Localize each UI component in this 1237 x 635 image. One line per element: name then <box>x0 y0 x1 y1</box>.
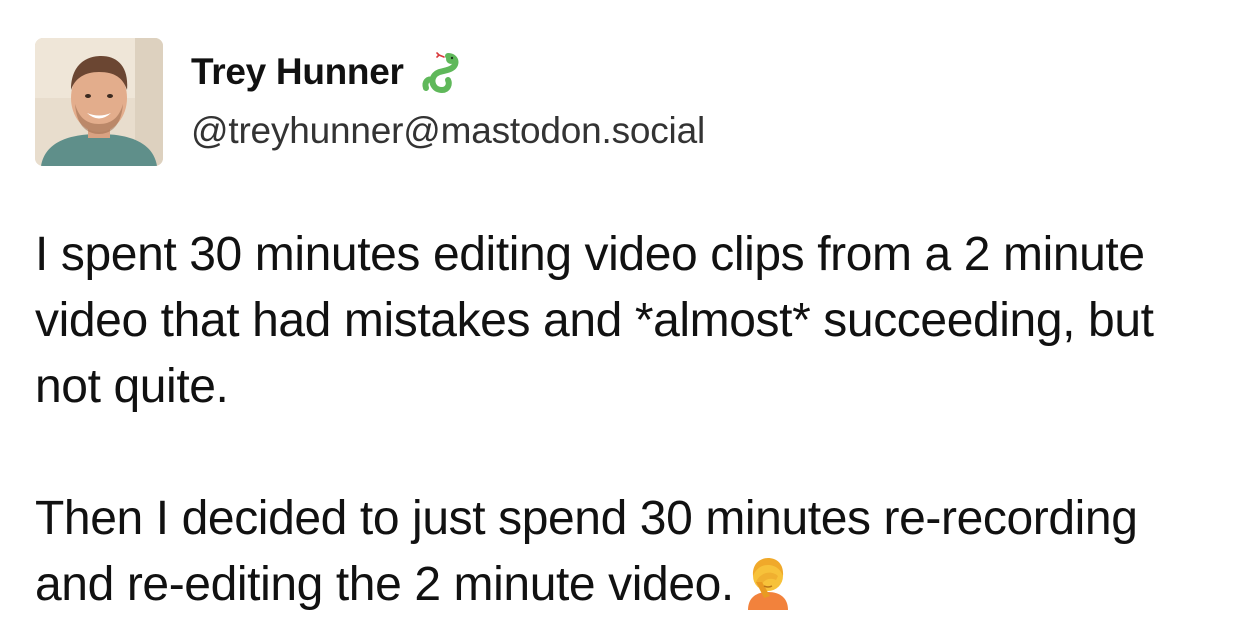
snake-icon <box>418 48 466 96</box>
post-body: I spent 30 minutes editing video clips f… <box>35 222 1215 618</box>
author-handle[interactable]: @treyhunner@mastodon.social <box>191 110 705 152</box>
post-card: Trey Hunner @treyhunner@mastodon.social … <box>0 0 1237 635</box>
author-name-row: Trey Hunner <box>191 48 466 96</box>
facepalm-icon <box>742 554 794 610</box>
post-paragraph: I spent 30 minutes editing video clips f… <box>35 228 1154 413</box>
avatar[interactable] <box>35 38 163 166</box>
author-display-name[interactable]: Trey Hunner <box>191 51 404 93</box>
post-paragraph: Then I decided to just spend 30 minutes … <box>35 486 1215 618</box>
avatar-image <box>35 38 163 166</box>
post-paragraph-text: Then I decided to just spend 30 minutes … <box>35 492 1138 611</box>
